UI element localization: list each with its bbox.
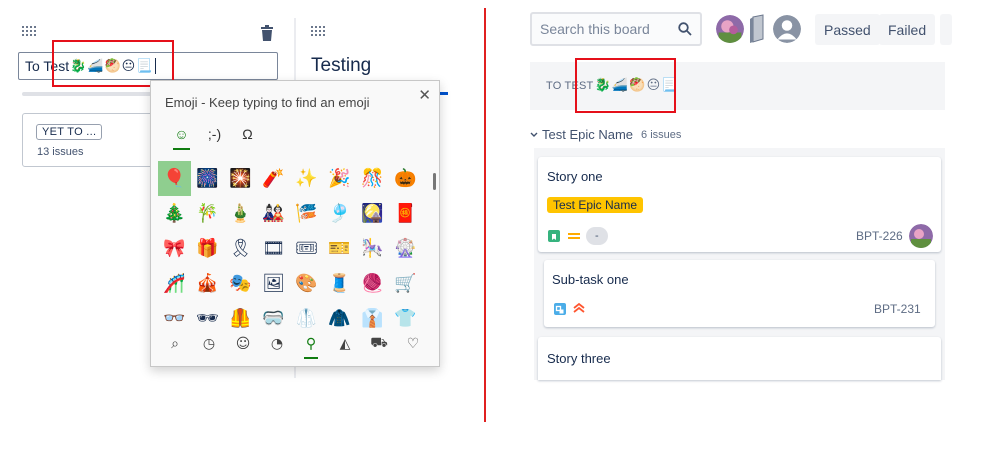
epic-swimlane-header[interactable]: Test Epic Name 6 issues bbox=[530, 127, 681, 142]
issue-card-sub-task-one[interactable]: Sub-task one BPT-231 bbox=[544, 260, 935, 327]
issue-key[interactable]: BPT-226 bbox=[856, 229, 903, 243]
issue-card-story-one[interactable]: Story one Test Epic Name - BPT-226 bbox=[538, 157, 941, 252]
emoji-cell[interactable]: 🧶 bbox=[356, 266, 389, 301]
emoji-cell[interactable]: 🎭 bbox=[224, 266, 257, 301]
emoji-cell[interactable]: 🎠 bbox=[356, 231, 389, 266]
emoji-picker: Emoji - Keep typing to find an emoji ✕ ☺… bbox=[150, 80, 440, 367]
epic-name: Test Epic Name bbox=[542, 127, 634, 142]
estimate-pill: - bbox=[586, 227, 608, 245]
emoji-cell[interactable]: 🎆 bbox=[191, 161, 224, 196]
emoji-cell[interactable]: 🎐 bbox=[323, 196, 356, 231]
emoji-cell[interactable]: 🎊 bbox=[356, 161, 389, 196]
emoji-cell[interactable]: 🎟 bbox=[290, 231, 323, 266]
emoji-picker-tabs: ☺ ;-) Ω bbox=[165, 126, 264, 150]
filter-failed-button[interactable]: Failed bbox=[879, 14, 936, 45]
issue-key[interactable]: BPT-231 bbox=[874, 302, 921, 316]
category-food-icon[interactable]: ◭ bbox=[328, 329, 362, 359]
emoji-cell[interactable]: 🎞 bbox=[257, 231, 290, 266]
emoji-cell[interactable]: 🎄 bbox=[158, 196, 191, 231]
emoji-cell[interactable]: 🎡 bbox=[389, 231, 422, 266]
emoji-cell[interactable]: 🎫 bbox=[323, 231, 356, 266]
emoji-cell[interactable]: ✨ bbox=[290, 161, 323, 196]
emoji-cell[interactable]: 🧨 bbox=[257, 161, 290, 196]
assignee-avatar[interactable] bbox=[909, 224, 933, 248]
emoji-cell[interactable]: 🎁 bbox=[191, 231, 224, 266]
testing-drag-handle[interactable] bbox=[311, 26, 327, 36]
emoji-grid: 🎈 🎆 🎇 🧨 ✨ 🎉 🎊 🎃 🎄 🎋 🎍 🎎 🎏 🎐 🎑 🧧 🎀 🎁 🎗 🎞 🎟 🎫 🎠 🎡 🎢 🎪 🎭 🖼 🎨 🧵 🧶 🛒 👓 🕶 🦺 🥽 🥼 🧥 👔 👕 bbox=[158, 161, 423, 336]
category-heart-icon[interactable]: ♡ bbox=[396, 329, 430, 359]
yet-to-issue-count: 13 issues bbox=[37, 146, 84, 158]
category-people-icon[interactable]: ◔ bbox=[260, 329, 294, 359]
card-title: Sub-task one bbox=[552, 272, 629, 287]
priority-highest-icon bbox=[573, 302, 585, 313]
avatar-default-user-icon[interactable] bbox=[771, 13, 803, 45]
emoji-cell[interactable]: 🎇 bbox=[224, 161, 257, 196]
emoji-cell[interactable]: 🎎 bbox=[257, 196, 290, 231]
card-title: Story three bbox=[547, 351, 611, 366]
emoji-cell[interactable]: 🧧 bbox=[389, 196, 422, 231]
emoji-cell[interactable]: 🎋 bbox=[191, 196, 224, 231]
chevron-down-icon[interactable] bbox=[530, 132, 538, 138]
board-search[interactable] bbox=[530, 12, 702, 46]
emoji-cell[interactable]: 🧵 bbox=[323, 266, 356, 301]
tab-symbols[interactable]: Ω bbox=[231, 126, 264, 150]
yet-to-column-card[interactable]: YET TO ... 13 issues bbox=[22, 113, 162, 167]
search-icon bbox=[678, 22, 692, 36]
emoji-cell[interactable]: 🎍 bbox=[224, 196, 257, 231]
subtask-icon bbox=[554, 303, 566, 315]
column-drag-handle[interactable] bbox=[22, 26, 38, 36]
yet-to-lozenge: YET TO ... bbox=[36, 124, 103, 140]
header-highlight-box bbox=[575, 58, 676, 113]
emoji-category-bar: ⌕ ◷ ☺ ◔ ⚲ ◭ ⛟ ♡ bbox=[158, 329, 430, 359]
trash-icon[interactable] bbox=[260, 25, 274, 41]
testing-column-title: Testing bbox=[311, 55, 372, 76]
issue-card-story-three[interactable]: Story three bbox=[538, 337, 941, 380]
close-icon[interactable]: ✕ bbox=[418, 86, 431, 104]
emoji-cell[interactable]: 🎀 bbox=[158, 231, 191, 266]
tab-kaomoji[interactable]: ;-) bbox=[198, 126, 231, 150]
emoji-cell[interactable]: 🎢 bbox=[158, 266, 191, 301]
filter-more-button[interactable] bbox=[940, 14, 952, 45]
priority-medium-icon bbox=[568, 232, 580, 240]
epic-issue-count: 6 issues bbox=[641, 128, 682, 141]
comparison-divider bbox=[484, 8, 486, 422]
filter-passed-button[interactable]: Passed bbox=[815, 14, 880, 45]
category-travel-icon[interactable]: ⛟ bbox=[362, 329, 396, 359]
emoji-cell[interactable]: 🎉 bbox=[323, 161, 356, 196]
emoji-cell[interactable]: 🎨 bbox=[290, 266, 323, 301]
emoji-cell[interactable]: 🎃 bbox=[389, 161, 422, 196]
avatar-user-one[interactable] bbox=[714, 13, 746, 45]
emoji-picker-title: Emoji - Keep typing to find an emoji bbox=[165, 95, 370, 110]
category-recent-icon[interactable]: ◷ bbox=[192, 329, 226, 359]
picker-scrollbar[interactable] bbox=[433, 173, 436, 190]
emoji-cell[interactable]: 🎑 bbox=[356, 196, 389, 231]
epic-label: Test Epic Name bbox=[547, 197, 644, 213]
emoji-cell[interactable]: 🛒 bbox=[389, 266, 422, 301]
tab-emoji[interactable]: ☺ bbox=[165, 126, 198, 150]
search-input[interactable] bbox=[540, 21, 670, 37]
category-smiley-icon[interactable]: ☺ bbox=[226, 329, 260, 359]
category-search-icon[interactable]: ⌕ bbox=[158, 329, 192, 359]
emoji-cell[interactable]: 🎏 bbox=[290, 196, 323, 231]
emoji-cell[interactable]: 🎈 bbox=[158, 161, 191, 196]
category-activities-icon[interactable]: ⚲ bbox=[294, 329, 328, 359]
story-icon bbox=[548, 230, 560, 242]
emoji-cell[interactable]: 🎪 bbox=[191, 266, 224, 301]
emoji-cell[interactable]: 🎗 bbox=[224, 231, 257, 266]
emoji-cell[interactable]: 🖼 bbox=[257, 266, 290, 301]
card-title: Story one bbox=[547, 169, 603, 184]
